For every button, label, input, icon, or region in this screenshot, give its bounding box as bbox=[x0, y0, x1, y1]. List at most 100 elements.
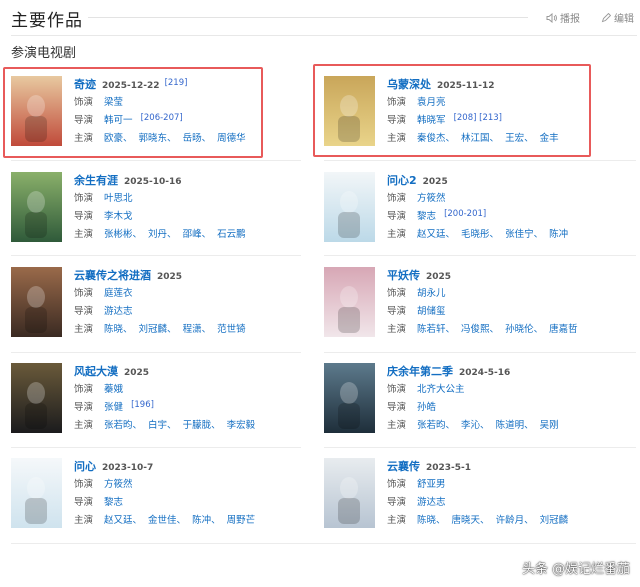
work-info: 庆余年第二季 2024-5-16 饰演 北齐大公主 导演 孙皓 主演 张若昀、李… bbox=[387, 363, 624, 435]
cast-member-link[interactable]: 孙晓伦、 bbox=[505, 324, 543, 335]
section-title: 参演电视剧 bbox=[11, 46, 77, 61]
director-link[interactable]: 胡储玺 bbox=[417, 306, 446, 317]
cast-member-link[interactable]: 陈道明、 bbox=[496, 420, 534, 431]
row-divider bbox=[11, 352, 301, 353]
work-card: 庆余年第二季 2024-5-16 饰演 北齐大公主 导演 孙皓 主演 张若昀、李… bbox=[324, 363, 624, 457]
poster-graphic bbox=[11, 172, 62, 242]
role-name[interactable]: 叶思北 bbox=[104, 193, 133, 204]
highlight-box bbox=[313, 64, 591, 157]
cast-member-link[interactable]: 唐晓天、 bbox=[452, 515, 490, 526]
cast-member-link[interactable]: 石云鹏 bbox=[217, 229, 246, 240]
cast-member-link[interactable]: 程潇、 bbox=[183, 324, 212, 335]
work-title-link[interactable]: 平妖传 bbox=[387, 267, 420, 285]
cast-member-link[interactable]: 刘冠麟 bbox=[540, 515, 569, 526]
role-name[interactable]: 方筱然 bbox=[417, 193, 446, 204]
pencil-icon bbox=[601, 12, 611, 22]
director-link[interactable]: 孙皓 bbox=[417, 402, 436, 413]
cast-member-link[interactable]: 吴刚 bbox=[540, 420, 559, 431]
cast-member-link[interactable]: 陈晓、 bbox=[104, 324, 133, 335]
cast-label: 主演 bbox=[387, 420, 407, 431]
poster-image[interactable] bbox=[324, 267, 375, 337]
cast-member-link[interactable]: 张佳宁、 bbox=[505, 229, 543, 240]
cast-member-link[interactable]: 金世佳、 bbox=[148, 515, 186, 526]
work-title-link[interactable]: 云襄传之将进酒 bbox=[74, 267, 151, 285]
work-title-link[interactable]: 余生有涯 bbox=[74, 172, 118, 190]
page-header: 主要作品 播报 编辑 bbox=[0, 0, 640, 34]
director-label: 导演 bbox=[74, 306, 94, 317]
work-card: 问心 2023-10-7 饰演 方筱然 导演 黎志 主演 赵又廷、 金世佳、 陈冲、… bbox=[11, 458, 311, 552]
role-name[interactable]: 胡永儿 bbox=[417, 288, 446, 299]
cast-member-link[interactable]: 邵峰、 bbox=[183, 229, 212, 240]
poster-image[interactable] bbox=[324, 458, 375, 528]
cast-label: 主演 bbox=[74, 324, 94, 335]
poster-image[interactable] bbox=[11, 363, 62, 433]
cast-member-link[interactable]: 刘丹、 bbox=[148, 229, 177, 240]
director-link[interactable]: 黎志 bbox=[104, 497, 123, 508]
work-info: 问心 2023-10-7 饰演 方筱然 导演 黎志 主演 赵又廷、 金世佳、 陈冲、… bbox=[74, 458, 311, 530]
role-name[interactable]: 蓁娥 bbox=[104, 384, 123, 395]
cast-member-link[interactable]: 周野芒 bbox=[227, 515, 256, 526]
cast-member-link[interactable]: 陈若轩、 bbox=[417, 324, 455, 335]
cast-member-link[interactable]: 陈晓、 bbox=[417, 515, 446, 526]
cast-label: 主演 bbox=[387, 515, 407, 526]
cast-member-link[interactable]: 刘冠麟、 bbox=[139, 324, 177, 335]
edit-label: 编辑 bbox=[614, 14, 634, 25]
director-link[interactable]: 张健 bbox=[104, 402, 123, 413]
work-title-link[interactable]: 庆余年第二季 bbox=[387, 363, 453, 381]
citation-ref[interactable]: [200-201] bbox=[444, 209, 486, 219]
citation-ref[interactable]: [196] bbox=[131, 400, 154, 410]
watermark-platform: 头条 bbox=[521, 562, 548, 577]
work-title-link[interactable]: 云襄传 bbox=[387, 458, 420, 476]
role-name[interactable]: 北齐大公主 bbox=[417, 384, 465, 395]
director-label: 导演 bbox=[387, 306, 407, 317]
cast-member-link[interactable]: 范世锜 bbox=[217, 324, 246, 335]
work-title-link[interactable]: 问心 bbox=[74, 458, 96, 476]
director-link[interactable]: 游达志 bbox=[104, 306, 133, 317]
cast-member-link[interactable]: 冯俊熙、 bbox=[461, 324, 499, 335]
cast-member-link[interactable]: 张若昀、 bbox=[417, 420, 455, 431]
role-label: 饰演 bbox=[74, 384, 94, 395]
cast-member-link[interactable]: 赵又廷、 bbox=[417, 229, 455, 240]
poster-image[interactable] bbox=[324, 172, 375, 242]
work-year: 2025 bbox=[426, 272, 452, 282]
role-label: 饰演 bbox=[74, 193, 94, 204]
cast-member-link[interactable]: 张彬彬、 bbox=[104, 229, 142, 240]
work-card: 问心2 2025 饰演 方筱然 导演 黎志 [200-201] 主演 赵又廷、毛… bbox=[324, 172, 624, 266]
role-name[interactable]: 庭莲衣 bbox=[104, 288, 133, 299]
cast-label: 主演 bbox=[387, 229, 407, 240]
poster-image[interactable] bbox=[11, 172, 62, 242]
work-title-link[interactable]: 问心2 bbox=[387, 172, 417, 190]
edit-button[interactable]: 编辑 bbox=[601, 10, 634, 25]
director-label: 导演 bbox=[74, 497, 94, 508]
share-button[interactable]: 播报 bbox=[546, 10, 580, 25]
cast-member-link[interactable]: 许龄月、 bbox=[496, 515, 534, 526]
director-link[interactable]: 游达志 bbox=[417, 497, 446, 508]
work-card: 余生有涯 2025-10-16 饰演 叶思北 导演 李木戈 主演 张彬彬、 刘丹、… bbox=[11, 172, 311, 266]
cast-member-link[interactable]: 李宏毅 bbox=[227, 420, 256, 431]
work-info: 平妖传 2025 饰演 胡永儿 导演 胡储玺 主演 陈若轩、 冯俊熙、 孙晓伦、 唐嘉… bbox=[387, 267, 624, 339]
poster-image[interactable] bbox=[11, 458, 62, 528]
work-title-link[interactable]: 风起大漠 bbox=[74, 363, 118, 381]
work-card: 云襄传 2023-5-1 饰演 舒亚男 导演 游达志 主演 陈晓、 唐晓天、 许龄月… bbox=[324, 458, 624, 552]
director-link[interactable]: 黎志 bbox=[417, 211, 436, 222]
share-label: 播报 bbox=[560, 14, 580, 25]
work-card: 风起大漠 2025 饰演 蓁娥 导演 张健 [196] 主演 张若昀、 白宇、 于朦… bbox=[11, 363, 311, 457]
role-name[interactable]: 舒亚男 bbox=[417, 479, 446, 490]
cast-member-link[interactable]: 赵又廷、 bbox=[104, 515, 142, 526]
row-divider bbox=[324, 447, 636, 448]
cast-member-link[interactable]: 张若昀、 bbox=[104, 420, 142, 431]
cast-member-link[interactable]: 于朦胧、 bbox=[183, 420, 221, 431]
cast-member-link[interactable]: 陈冲 bbox=[549, 229, 568, 240]
row-divider bbox=[11, 447, 301, 448]
cast-member-link[interactable]: 唐嘉哲 bbox=[549, 324, 578, 335]
role-name[interactable]: 方筱然 bbox=[104, 479, 133, 490]
work-info: 问心2 2025 饰演 方筱然 导演 黎志 [200-201] 主演 赵又廷、毛… bbox=[387, 172, 624, 244]
cast-member-link[interactable]: 李沁、 bbox=[461, 420, 490, 431]
cast-member-link[interactable]: 白宇、 bbox=[148, 420, 177, 431]
director-link[interactable]: 李木戈 bbox=[104, 211, 133, 222]
cast-member-link[interactable]: 陈冲、 bbox=[192, 515, 221, 526]
poster-image[interactable] bbox=[324, 363, 375, 433]
cast-member-link[interactable]: 毛晓彤、 bbox=[461, 229, 499, 240]
poster-image[interactable] bbox=[11, 267, 62, 337]
work-year: 2025-10-16 bbox=[124, 177, 182, 187]
